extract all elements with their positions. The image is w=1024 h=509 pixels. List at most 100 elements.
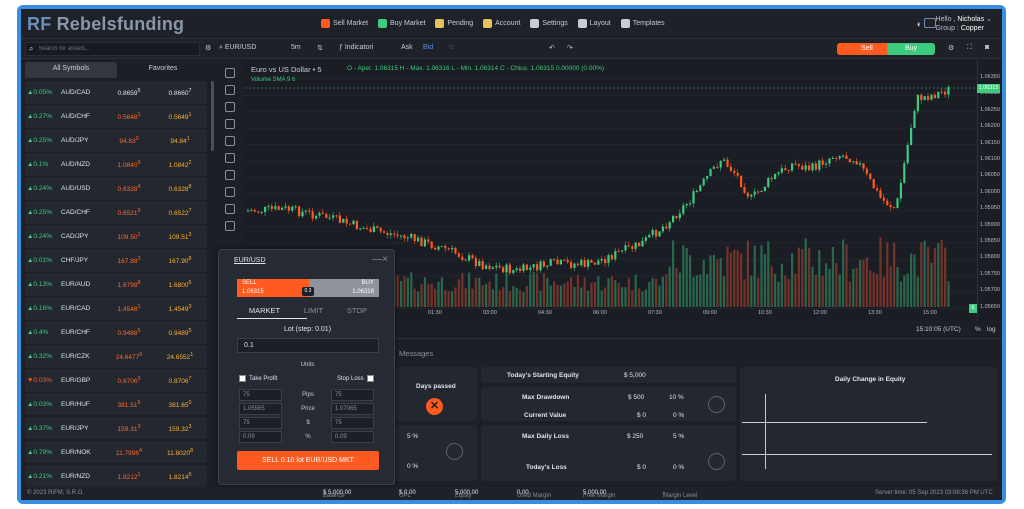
trendline-icon[interactable]	[225, 85, 235, 95]
price-axis[interactable]: 1.06350 1.06315 1.06250 1.06200 1.06150 1.061…	[977, 59, 1002, 321]
watchlist-row[interactable]: ▲0.21% EUR/NZD 1.82121 1.82145	[25, 464, 207, 489]
watchlist-row[interactable]: ▲0.13% EUR/AUD 1.67988 1.68006	[25, 272, 207, 297]
tab-favorites[interactable]: Favorites	[117, 62, 209, 78]
ask-price[interactable]: 11.80208	[155, 448, 205, 457]
watchlist-row[interactable]: ▲0.24% AUD/USD 0.63284 0.63288	[25, 176, 207, 201]
menu-item-layout[interactable]: Layout	[577, 19, 611, 28]
watchlist-row[interactable]: ▲0.1% AUD/NZD 1.08409 1.08422	[25, 152, 207, 177]
ask-price[interactable]: 0.94895	[155, 328, 205, 337]
bid-price[interactable]: 0.86595	[103, 88, 155, 97]
buy-price-button[interactable]: BUY 1.06318	[309, 279, 379, 297]
sell-price-button[interactable]: SELL 1.06315	[237, 279, 309, 297]
zoom-icon[interactable]	[225, 221, 235, 231]
fullscreen-icon[interactable]: ⛶	[967, 44, 972, 52]
watchlist-row[interactable]: ▼0.03% EUR/GBP 0.87063 0.87067	[25, 368, 207, 393]
tp-pips-input[interactable]: 75	[239, 389, 282, 401]
fib-icon[interactable]	[225, 102, 235, 112]
watchlist-row[interactable]: ▲0.37% EUR/JPY 159.313 159.323	[25, 416, 207, 441]
watchlist-row[interactable]: ▲0.79% EUR/NOK 11.79964 11.80208	[25, 440, 207, 465]
measure-icon[interactable]	[225, 170, 235, 180]
take-profit-checkbox[interactable]: Take Profit	[239, 375, 277, 382]
menu-item-templates[interactable]: Templates	[620, 19, 665, 28]
watchlist-row[interactable]: ▲0.25% CAD/CHF 0.65219 0.65227	[25, 200, 207, 225]
camera-icon[interactable]: ◙	[985, 44, 989, 51]
tp-money-input[interactable]: 75	[239, 417, 282, 429]
menu-item-buy-market[interactable]: Buy Market	[378, 19, 425, 28]
stop-loss-checkbox[interactable]: Stop Loss	[337, 375, 374, 382]
ruler-icon[interactable]	[225, 204, 235, 214]
tab-all-symbols[interactable]: All Symbols	[25, 62, 117, 78]
ask-price[interactable]: 167.908	[155, 256, 205, 265]
tp-percent-input[interactable]: 0.09	[239, 431, 282, 443]
ask-price[interactable]: 0.56491	[155, 112, 205, 121]
watchlist-row[interactable]: ▲0.24% CAD/JPY 109.501 109.513	[25, 224, 207, 249]
bid-price[interactable]: 167.883	[103, 256, 155, 265]
ask-toggle[interactable]: Ask	[401, 44, 413, 51]
bid-price[interactable]: 0.63284	[103, 184, 155, 193]
submit-order-button[interactable]: SELL 0.10 lot EUR/USD MKT	[237, 451, 379, 470]
ask-price[interactable]: 159.323	[155, 424, 205, 433]
mail-icon[interactable]	[924, 18, 936, 28]
ask-price[interactable]: 1.68006	[155, 280, 205, 289]
menu-item-pending[interactable]: Pending	[435, 19, 473, 28]
watchlist-scrollbar[interactable]	[211, 81, 214, 151]
bid-price[interactable]: 1.82121	[103, 472, 155, 481]
compare-icon[interactable]: ⇅	[317, 44, 323, 52]
emoji-icon[interactable]	[225, 187, 235, 197]
bid-toggle[interactable]: Bid	[423, 44, 433, 51]
ask-price[interactable]: 0.63288	[155, 184, 205, 193]
bid-price[interactable]: 159.313	[103, 424, 155, 433]
ask-price[interactable]: 24.65521	[155, 352, 205, 361]
bid-price[interactable]: 0.56481	[103, 112, 155, 121]
watchlist-row[interactable]: ▲0.27% AUD/CHF 0.56481 0.56491	[25, 104, 207, 129]
bid-price[interactable]: 1.67988	[103, 280, 155, 289]
crosshair-icon[interactable]	[225, 68, 235, 78]
ask-price[interactable]: 1.08422	[155, 160, 205, 169]
sl-percent-input[interactable]: 0.09	[331, 431, 374, 443]
tab-market[interactable]: MARKET	[249, 306, 280, 315]
bid-price[interactable]: 381.515	[103, 400, 155, 409]
close-icon[interactable]: —×	[372, 254, 388, 265]
bid-price[interactable]: 109.501	[103, 232, 155, 241]
buy-button[interactable]: Buy	[887, 43, 935, 55]
bid-price[interactable]: 0.87063	[103, 376, 155, 385]
tab-messages[interactable]: Messages	[399, 349, 433, 358]
watchlist-row[interactable]: ▲0.05% AUD/CAD 0.86595 0.86607	[25, 81, 207, 105]
ask-price[interactable]: 109.513	[155, 232, 205, 241]
log-toggle[interactable]: log	[987, 326, 996, 333]
text-icon[interactable]	[225, 136, 235, 146]
menu-item-sell-market[interactable]: Sell Market	[321, 19, 368, 28]
bid-price[interactable]: 94.830	[103, 136, 155, 145]
menu-item-settings[interactable]: Settings	[530, 19, 568, 28]
timeframe-selector[interactable]: 5m	[291, 44, 301, 51]
bid-price[interactable]: 24.64779	[103, 352, 155, 361]
redo-icon[interactable]: ↷	[567, 44, 573, 52]
watchlist-row[interactable]: ▲0.16% EUR/CAD 1.45481 1.45493	[25, 296, 207, 321]
logo[interactable]: RF Rebelsfunding	[27, 14, 184, 35]
ask-price[interactable]: 0.65227	[155, 208, 205, 217]
watchlist-row[interactable]: ▲0.4% EUR/CHF 0.94885 0.94895	[25, 320, 207, 345]
watchlist-row[interactable]: ▲0.01% CHF/JPY 167.883 167.908	[25, 248, 207, 273]
ask-price[interactable]: 381.650	[155, 400, 205, 409]
brush-icon[interactable]	[225, 119, 235, 129]
ask-price[interactable]: 0.87067	[155, 376, 205, 385]
ask-price[interactable]: 94.841	[155, 136, 205, 145]
sl-price-input[interactable]: 1.07065	[331, 403, 374, 415]
theme-toggle-icon[interactable]: ◐	[917, 19, 922, 29]
gear-icon[interactable]: ⚙	[205, 44, 211, 52]
bid-price[interactable]: 11.79964	[103, 448, 155, 457]
lot-input[interactable]: 0.1	[237, 338, 379, 353]
settings-icon[interactable]: ⚙	[948, 44, 954, 52]
bid-price[interactable]: 0.94885	[103, 328, 155, 337]
pattern-icon[interactable]	[225, 153, 235, 163]
watchlist-row[interactable]: ▲0.03% EUR/HUF 381.515 381.650	[25, 392, 207, 417]
sl-pips-input[interactable]: 75	[331, 389, 374, 401]
watchlist-row[interactable]: ▲0.25% AUD/JPY 94.830 94.841	[25, 128, 207, 153]
tab-stop[interactable]: STOP	[347, 306, 367, 315]
menu-item-account[interactable]: Account	[483, 19, 520, 28]
percent-toggle[interactable]: %	[975, 326, 981, 333]
ask-price[interactable]: 1.82145	[155, 472, 205, 481]
tab-limit[interactable]: LIMIT	[304, 306, 323, 315]
ask-price[interactable]: 1.45493	[155, 304, 205, 313]
user-menu[interactable]: Hello , Nicholas ⌄ Group : Copper	[936, 15, 992, 33]
